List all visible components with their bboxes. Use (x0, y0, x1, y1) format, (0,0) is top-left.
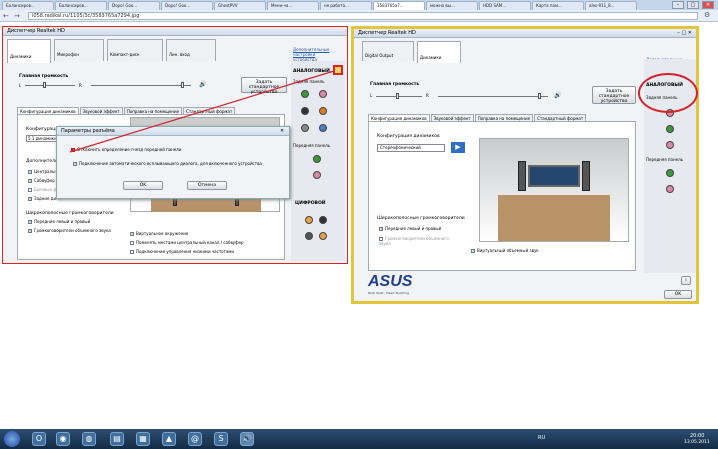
right-opt-surround[interactable]: Громкоговорители объемного звука (379, 236, 459, 246)
skype-icon[interactable]: S (214, 432, 228, 446)
right-ok-button[interactable]: OK (664, 290, 692, 299)
realtek-speaker-icon[interactable]: 🔊 (240, 432, 254, 446)
start-button[interactable] (4, 431, 20, 447)
right-speaker-right[interactable] (582, 161, 590, 191)
tab-right-speakers[interactable]: Динамики (417, 41, 461, 63)
chrome-icon[interactable]: ◉ (56, 432, 70, 446)
brand-tagline: Rock Solid · Heart Touching (368, 291, 409, 295)
right-tab-speaker-config[interactable]: Конфигурация динамиков (368, 114, 430, 121)
taskbar: O ◉ ◍ ▤ ▦ ▲ @ S 🔊 RU 20:00 13.05.2011 (0, 429, 718, 449)
right-volume-knob[interactable] (538, 93, 541, 99)
right-opt-front-lr[interactable]: Передние левый и правый (379, 226, 441, 231)
tv-screen (528, 165, 580, 187)
right-speaker-icon[interactable]: 🔊 (554, 92, 561, 99)
right-config-label: Конфигурация динамиков (377, 134, 440, 139)
info-button[interactable]: i (681, 276, 691, 285)
right-device-tabs: Digital Output Динамики (362, 41, 461, 63)
right-balance-slider[interactable] (376, 93, 422, 99)
aimp-icon[interactable]: ▲ (162, 432, 176, 446)
documents-icon[interactable]: ▦ (136, 432, 150, 446)
right-front-panel-label: Передняя панель (646, 157, 683, 162)
right-jack-pink-2[interactable] (666, 141, 674, 149)
right-r-label: R (426, 93, 429, 98)
right-config-select[interactable]: Стереофонический (377, 144, 445, 152)
brand-logo: ASUS (368, 273, 413, 290)
annotation-ellipse (638, 73, 698, 113)
clock-time[interactable]: 20:00 (690, 433, 704, 439)
right-set-default-button[interactable]: Задать стандартное устройство (592, 86, 636, 104)
right-title: Диспетчер Realtek HD (358, 30, 416, 36)
right-l-label: L (370, 93, 373, 98)
lang-indicator[interactable]: RU (538, 435, 545, 441)
right-volume-slider[interactable] (438, 93, 548, 99)
right-front-jack-pink[interactable] (666, 185, 674, 193)
right-volume-label: Главная громкость (370, 82, 420, 87)
mail-icon[interactable]: @ (188, 432, 202, 446)
right-config-panel: Конфигурация динамиков Стереофонический … (368, 121, 636, 271)
right-wide-label: Широкополосные громкоговорители (377, 216, 465, 221)
right-titlebar: Диспетчер Realtek HD – □ ✕ (354, 29, 696, 38)
right-tab-default-format[interactable]: Стандартный формат (534, 114, 587, 121)
right-realtek-window: Диспетчер Realtek HD – □ ✕ Digital Outpu… (351, 26, 699, 304)
opera-icon[interactable]: O (32, 432, 46, 446)
right-speaker-left[interactable] (518, 161, 526, 191)
right-window-buttons[interactable]: – □ ✕ (677, 30, 692, 36)
right-balance-knob[interactable] (396, 93, 399, 99)
right-tab-room-correction[interactable]: Поправка на помещение (474, 114, 534, 121)
right-jack-green[interactable] (666, 125, 674, 133)
clock-date[interactable]: 13.05.2011 (684, 440, 710, 445)
right-config-tabs: Конфигурация динамиков Звуковой эффект П… (368, 114, 587, 121)
firefox-icon[interactable]: ◍ (82, 432, 96, 446)
tab-digital-output[interactable]: Digital Output (362, 41, 414, 61)
right-opt-virtual[interactable]: Виртуальный объемный звук (471, 248, 539, 253)
right-room-floor (498, 195, 610, 241)
play-test-icon[interactable]: ▶ (451, 142, 465, 153)
right-front-jack-green[interactable] (666, 169, 674, 177)
right-room-visual (479, 138, 629, 242)
right-tab-sound-effect[interactable]: Звуковой эффект (430, 114, 474, 121)
folder-icon-taskbar[interactable]: ▤ (110, 432, 124, 446)
